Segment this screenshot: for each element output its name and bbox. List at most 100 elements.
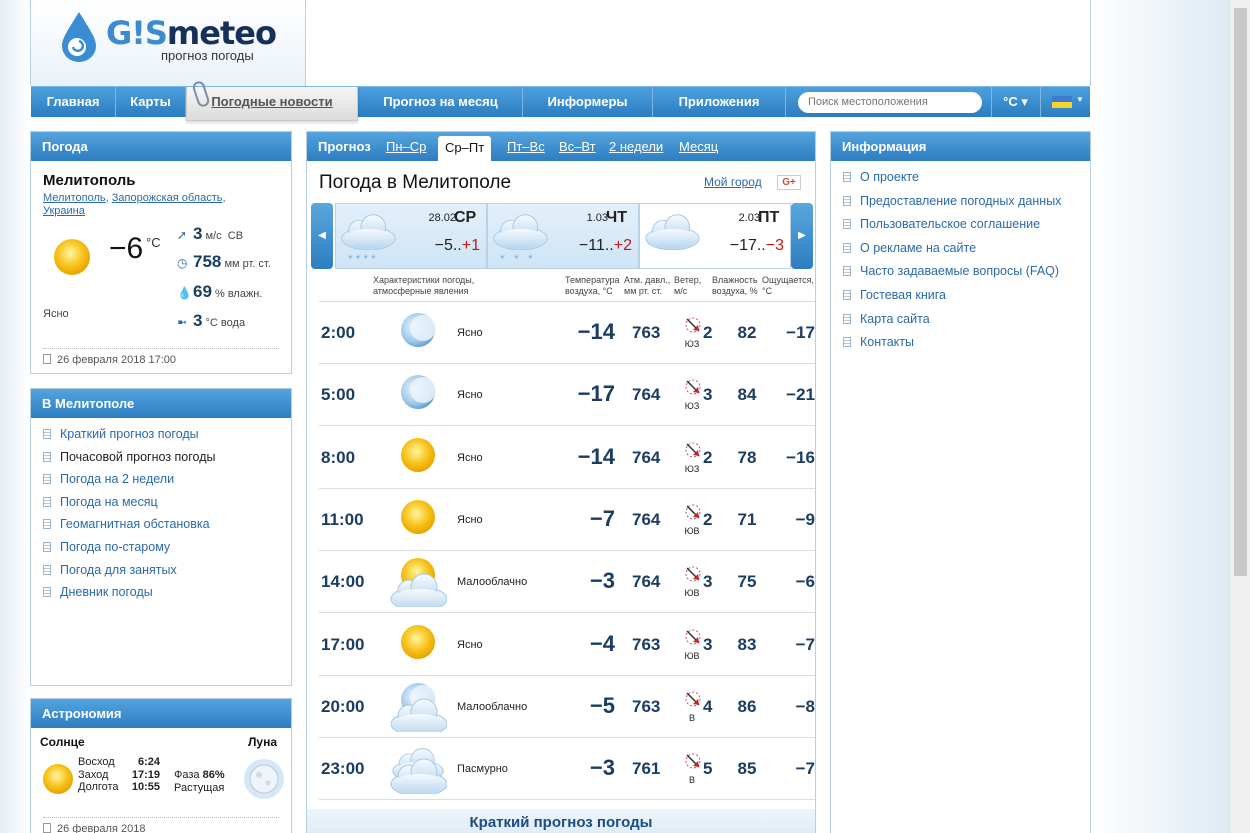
list-bullet-icon — [43, 474, 51, 485]
language-selector[interactable]: ▼ — [1040, 87, 1090, 117]
search-input[interactable] — [798, 92, 982, 113]
info-link[interactable]: Пользовательское соглашение — [843, 217, 1061, 241]
scrollbar-thumb[interactable] — [1234, 8, 1247, 576]
row-feels-like: −7 — [795, 759, 815, 779]
logo[interactable]: G!Smeteo прогноз погоды — [30, 0, 306, 86]
sun-label: Солнце — [40, 735, 85, 749]
sun-cloud-icon — [389, 557, 448, 612]
moon-phase: Фаза 86% Растущая — [174, 769, 225, 794]
info-link[interactable]: Контакты — [843, 335, 1061, 359]
tab-wed-fri[interactable]: Ср–Пт — [438, 136, 492, 161]
city-link[interactable]: Погода на месяц — [43, 495, 216, 518]
tab-fri-sun[interactable]: Пт–Вс — [507, 132, 545, 161]
info-link-label: Пользовательское соглашение — [860, 217, 1041, 232]
region-link[interactable]: Мелитополь — [43, 192, 106, 204]
day-temp-range: −5..+1 — [434, 237, 480, 254]
city-link[interactable]: Дневник погоды — [43, 585, 216, 608]
cloud-icon — [645, 214, 700, 250]
city-link[interactable]: Погода для занятых — [43, 563, 216, 586]
pressure-metric: ◷ 758 мм рт. ст. — [177, 252, 271, 271]
nav-month-forecast[interactable]: Прогноз на месяц — [359, 87, 523, 117]
row-humidity: 78 — [737, 447, 757, 467]
row-temperature: −17 — [577, 381, 615, 407]
tab-2-weeks[interactable]: 2 недели — [609, 132, 663, 161]
city-name: Мелитополь — [43, 172, 136, 189]
water-temp-metric: ➼ 3 °C вода — [177, 311, 246, 330]
day-card[interactable]: 2.03 ПТ −17..−3 — [639, 203, 791, 269]
astronomy-panel: Астрономия Солнце Луна Восход Заход Долгот… — [30, 698, 292, 833]
info-link[interactable]: О рекламе на сайте — [843, 241, 1061, 265]
sun-icon — [389, 620, 447, 670]
sun-icon — [389, 495, 447, 545]
info-link[interactable]: О проекте — [843, 170, 1061, 194]
row-condition: Пасмурно — [457, 763, 508, 776]
nav-home[interactable]: Главная — [31, 87, 116, 117]
unit-selector[interactable]: °C ▾ — [991, 87, 1039, 117]
row-humidity: 75 — [737, 572, 757, 592]
list-bullet-icon — [43, 541, 51, 552]
forecast-tabs: Прогноз Пн–Ср Ср–Пт Пт–Вс Вс–Вт 2 недели… — [307, 132, 815, 161]
google-plus-button[interactable]: G+ — [777, 175, 801, 190]
list-bullet-icon — [43, 496, 51, 507]
info-link[interactable]: Предоставление погодных данных — [843, 194, 1061, 218]
city-link[interactable]: Почасовой прогноз погоды — [43, 450, 216, 473]
my-city-link[interactable]: Мой город — [704, 175, 762, 189]
city-link-label: Почасовой прогноз погоды — [60, 449, 216, 464]
info-link[interactable]: Гостевая книга — [843, 288, 1061, 312]
main-nav: Главная Карты Погодные новости Прогноз н… — [31, 79, 1090, 121]
nav-apps[interactable]: Приложения — [653, 87, 786, 117]
row-time: 8:00 — [321, 447, 356, 467]
tab-sun-tue[interactable]: Вс–Вт — [559, 132, 596, 161]
tab-mon-wed[interactable]: Пн–Ср — [386, 132, 426, 161]
day-date: 1.03 — [586, 212, 608, 224]
logo-subtitle: прогноз погоды — [161, 48, 254, 63]
day-card[interactable]: 28.02 СР −5..+1 *͏*͏*͏* — [335, 203, 487, 269]
region-link[interactable]: Запорожская область — [112, 192, 223, 204]
moon-cloud-icon — [389, 682, 448, 737]
list-bullet-icon — [843, 313, 851, 324]
nav-weather-news[interactable]: Погодные новости — [186, 79, 358, 121]
nav-informers[interactable]: Информеры — [523, 87, 653, 117]
city-link-label: Погода на 2 недели — [60, 472, 175, 487]
city-link-label: Погода для занятых — [60, 562, 177, 577]
region-link[interactable]: Украина — [43, 205, 85, 217]
next-days-button[interactable]: ▶ — [791, 203, 813, 269]
updated-time: 26 февраля 2018 17:00 — [43, 348, 279, 366]
info-link[interactable]: Часто задаваемые вопросы (FAQ) — [843, 264, 1061, 288]
row-wind-speed: 3 — [703, 385, 713, 405]
list-bullet-icon — [43, 519, 51, 530]
city-link[interactable]: Краткий прогноз погоды — [43, 427, 216, 450]
info-link[interactable]: Карта сайта — [843, 312, 1061, 336]
forecast-row: 8:00 Ясно −14 764 ЮЗ 2 78 −16 — [319, 427, 815, 489]
tab-month[interactable]: Месяц — [679, 132, 718, 161]
row-condition: Ясно — [457, 513, 483, 526]
forecast-row: 11:00 Ясно −7 764 ЮВ 2 71 −9 — [319, 489, 815, 551]
prev-days-button[interactable]: ◀ — [311, 203, 333, 269]
moon-icon — [389, 308, 447, 358]
info-link-label: Предоставление погодных данных — [860, 193, 1062, 208]
row-humidity: 82 — [737, 323, 757, 342]
nav-maps[interactable]: Карты — [116, 87, 186, 117]
city-link[interactable]: Погода по-старому — [43, 540, 216, 563]
row-condition: Малооблачно — [457, 576, 528, 589]
short-forecast-link[interactable]: Краткий прогноз погоды — [307, 809, 815, 833]
city-link[interactable]: Погода на 2 недели — [43, 472, 216, 495]
calendar-icon — [43, 823, 51, 833]
row-wind-direction: ЮЗ — [684, 463, 700, 474]
row-condition: Ясно — [457, 638, 483, 651]
day-card[interactable]: 1.03 ЧТ −11..+2 * * * — [487, 203, 639, 269]
forecast-row: 23:00 Пасмурно −3 761 В 5 85 −7 — [319, 738, 815, 801]
scrollbar[interactable] — [1229, 0, 1250, 833]
row-wind-speed: 4 — [703, 696, 713, 716]
moon-icon — [389, 370, 447, 420]
row-condition: Ясно — [457, 389, 483, 402]
city-link[interactable]: Геомагнитная обстановка — [43, 517, 216, 540]
info-links-list: О проекте Предоставление погодных данных П… — [843, 170, 1061, 359]
info-link-label: Карта сайта — [860, 311, 930, 326]
city-link-label: Геомагнитная обстановка — [60, 517, 210, 532]
list-bullet-icon — [43, 451, 51, 462]
panel-title: В Мелитополе — [31, 389, 291, 418]
info-link-label: Гостевая книга — [860, 287, 946, 302]
row-pressure: 763 — [632, 634, 661, 654]
column-header-humidity: Влажность воздуха, % — [712, 275, 758, 296]
